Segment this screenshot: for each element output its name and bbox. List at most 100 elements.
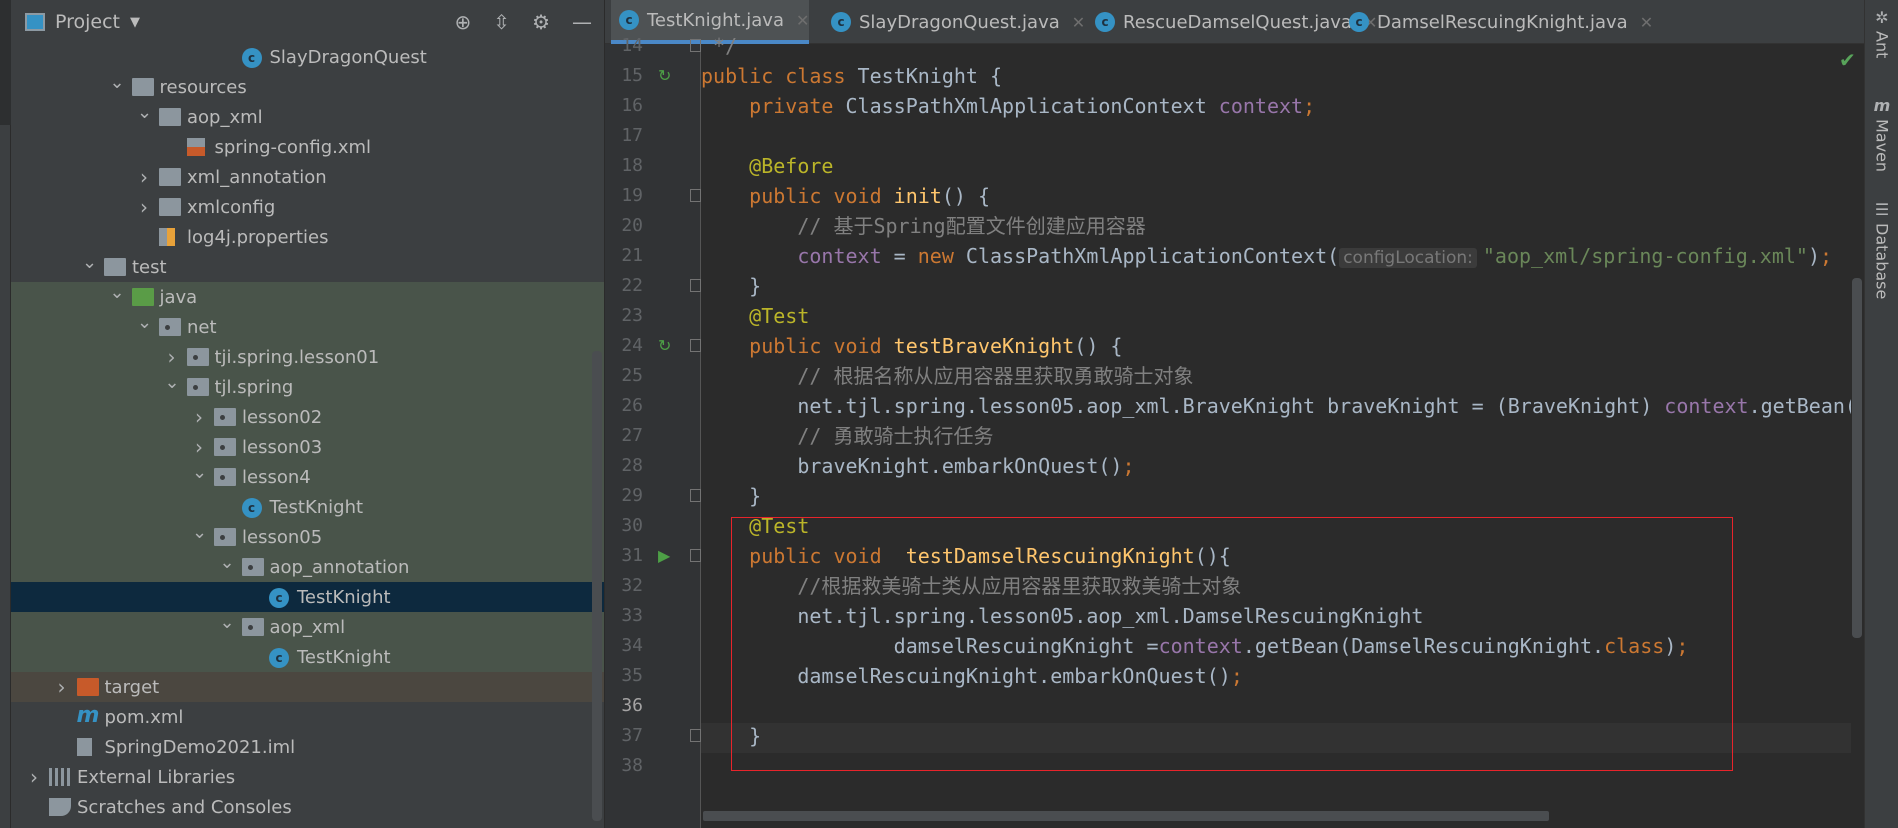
chevron-down-icon[interactable]: ⌄	[82, 252, 97, 273]
tree-item[interactable]: › xml_annotation	[11, 162, 604, 192]
line-number: 19	[621, 185, 643, 206]
tree-item[interactable]: › target	[11, 672, 604, 702]
locate-icon[interactable]: ⊕	[455, 10, 472, 34]
tree-item[interactable]: › lesson03	[11, 432, 604, 462]
chevron-down-icon[interactable]: ⌄	[220, 552, 235, 573]
tree-item[interactable]: › External Libraries	[11, 762, 604, 792]
tree-item[interactable]: ⌄ java	[11, 282, 604, 312]
tree-item-label: aop_xml	[187, 106, 263, 128]
run-refresh-icon[interactable]: ↻	[658, 68, 674, 84]
project-tool-button[interactable]	[0, 0, 11, 125]
project-scrollbar[interactable]	[592, 351, 602, 821]
tree-item-label: xmlconfig	[187, 196, 276, 218]
tree-item[interactable]: ⌄ lesson4	[11, 462, 604, 492]
chevron-down-icon[interactable]: ⌄	[137, 102, 152, 123]
collapse-all-icon[interactable]: ⇳	[493, 10, 510, 34]
tree-item[interactable]: c TestKnight	[11, 492, 604, 522]
chevron-right-icon[interactable]: ›	[192, 405, 206, 429]
right-tool-strip: ✲ Ant m Maven ☰ Database	[1864, 0, 1898, 828]
tree-item[interactable]: Scratches and Consoles	[11, 792, 604, 822]
tree-item[interactable]: SpringDemo2021.iml	[11, 732, 604, 762]
tree-item[interactable]: › lesson02	[11, 402, 604, 432]
tree-item-label: External Libraries	[77, 766, 236, 788]
tree-item[interactable]: log4j.properties	[11, 222, 604, 252]
tree-item[interactable]: c TestKnight	[11, 642, 604, 672]
inspection-ok-icon[interactable]: ✔	[1839, 48, 1856, 72]
tree-item[interactable]: m pom.xml	[11, 702, 604, 732]
code-line: public void testBraveKnight() {	[701, 331, 1851, 361]
code-token: public void	[701, 184, 894, 208]
tree-item[interactable]: ⌄ lesson05	[11, 522, 604, 552]
tree-item[interactable]: ⌄ net	[11, 312, 604, 342]
run-refresh-icon[interactable]: ↻	[658, 338, 674, 354]
code-token: "aop_xml/spring-config.xml"	[1482, 244, 1808, 268]
class-icon: c	[269, 588, 289, 608]
code-line: private ClassPathXmlApplicationContext c…	[701, 91, 1851, 121]
chevron-right-icon[interactable]: ›	[137, 165, 151, 189]
chevron-down-icon[interactable]: ▼	[130, 15, 140, 30]
code-token: net.tjl.spring.lesson05.aop_xml.BraveKni…	[701, 394, 1665, 418]
chevron-down-icon[interactable]: ⌄	[220, 612, 235, 633]
tree-item[interactable]: › xmlconfig	[11, 192, 604, 222]
class-icon: c	[269, 648, 289, 668]
fold-marker-icon[interactable]	[690, 39, 701, 52]
ant-tool-button[interactable]: ✲ Ant	[1865, 8, 1898, 58]
class-icon: c	[1349, 12, 1369, 32]
fold-marker-icon[interactable]	[690, 279, 701, 292]
tree-item[interactable]: ⌄ aop_xml	[11, 612, 604, 642]
tree-item[interactable]: › tji.spring.lesson01	[11, 342, 604, 372]
fold-marker-icon[interactable]	[690, 549, 701, 562]
line-number: 24	[621, 335, 643, 356]
close-icon[interactable]: ✕	[1072, 13, 1085, 32]
chevron-right-icon[interactable]: ›	[27, 765, 41, 789]
tab-label: RescueDamselQuest.java	[1123, 11, 1352, 33]
tab-label: SlayDragonQuest.java	[859, 11, 1060, 33]
tree-item[interactable]: ⌄ aop_xml	[11, 102, 604, 132]
run-test-icon[interactable]: ▶	[658, 548, 674, 564]
chevron-down-icon[interactable]: ⌄	[137, 312, 152, 333]
code-token: TestKnight {	[857, 64, 1003, 88]
chevron-down-icon[interactable]: ⌄	[165, 372, 180, 393]
project-panel: Project ▼ ⊕ ⇳ ⚙ — c SlayDragonQuest ⌄ resou…	[11, 0, 605, 828]
tree-item[interactable]: ⌄ resources	[11, 72, 604, 102]
code-line: net.tjl.spring.lesson05.aop_xml.BraveKni…	[701, 391, 1851, 421]
maven-tool-button[interactable]: m Maven	[1865, 96, 1898, 172]
chevron-right-icon[interactable]: ›	[192, 435, 206, 459]
code-token: ;	[1820, 244, 1833, 268]
maven-icon: m	[76, 703, 100, 728]
tree-item[interactable]: ⌄ aop_annotation	[11, 552, 604, 582]
tree-item[interactable]: ⌄ tjl.spring	[11, 372, 604, 402]
editor-horizontal-scrollbar[interactable]	[703, 811, 1549, 821]
code-token: public void	[701, 334, 894, 358]
chevron-right-icon[interactable]: ›	[165, 345, 179, 369]
tree-item[interactable]: c SlayDragonQuest	[11, 42, 604, 72]
gear-icon[interactable]: ⚙	[532, 10, 550, 34]
code-token: () {	[1074, 334, 1123, 358]
minimize-icon[interactable]: —	[572, 10, 592, 34]
fold-marker-icon[interactable]	[690, 339, 701, 352]
code-token: context	[701, 244, 894, 268]
chevron-right-icon[interactable]: ›	[55, 675, 69, 699]
chevron-down-icon[interactable]: ⌄	[192, 522, 207, 543]
editor-vertical-scrollbar[interactable]	[1852, 278, 1862, 638]
tree-item-label: TestKnight	[269, 496, 364, 518]
code-token: public class	[701, 64, 858, 88]
database-tool-button[interactable]: ☰ Database	[1865, 200, 1898, 299]
class-icon: c	[831, 12, 851, 32]
maven-icon: m	[1873, 96, 1891, 115]
chevron-down-icon[interactable]: ⌄	[110, 72, 125, 93]
fold-marker-icon[interactable]	[690, 489, 701, 502]
project-title[interactable]: Project	[55, 11, 120, 33]
chevron-down-icon[interactable]: ⌄	[192, 462, 207, 483]
chevron-down-icon[interactable]: ⌄	[110, 282, 125, 303]
tree-item[interactable]: spring-config.xml	[11, 132, 604, 162]
close-icon[interactable]: ✕	[1640, 13, 1653, 32]
fold-marker-icon[interactable]	[690, 729, 701, 742]
close-icon[interactable]: ✕	[796, 11, 809, 30]
tree-item[interactable]: ⌄ test	[11, 252, 604, 282]
properties-file-icon	[159, 228, 175, 246]
tree-item[interactable]: c TestKnight	[11, 582, 604, 612]
fold-marker-icon[interactable]	[690, 189, 701, 202]
chevron-right-icon[interactable]: ›	[137, 195, 151, 219]
